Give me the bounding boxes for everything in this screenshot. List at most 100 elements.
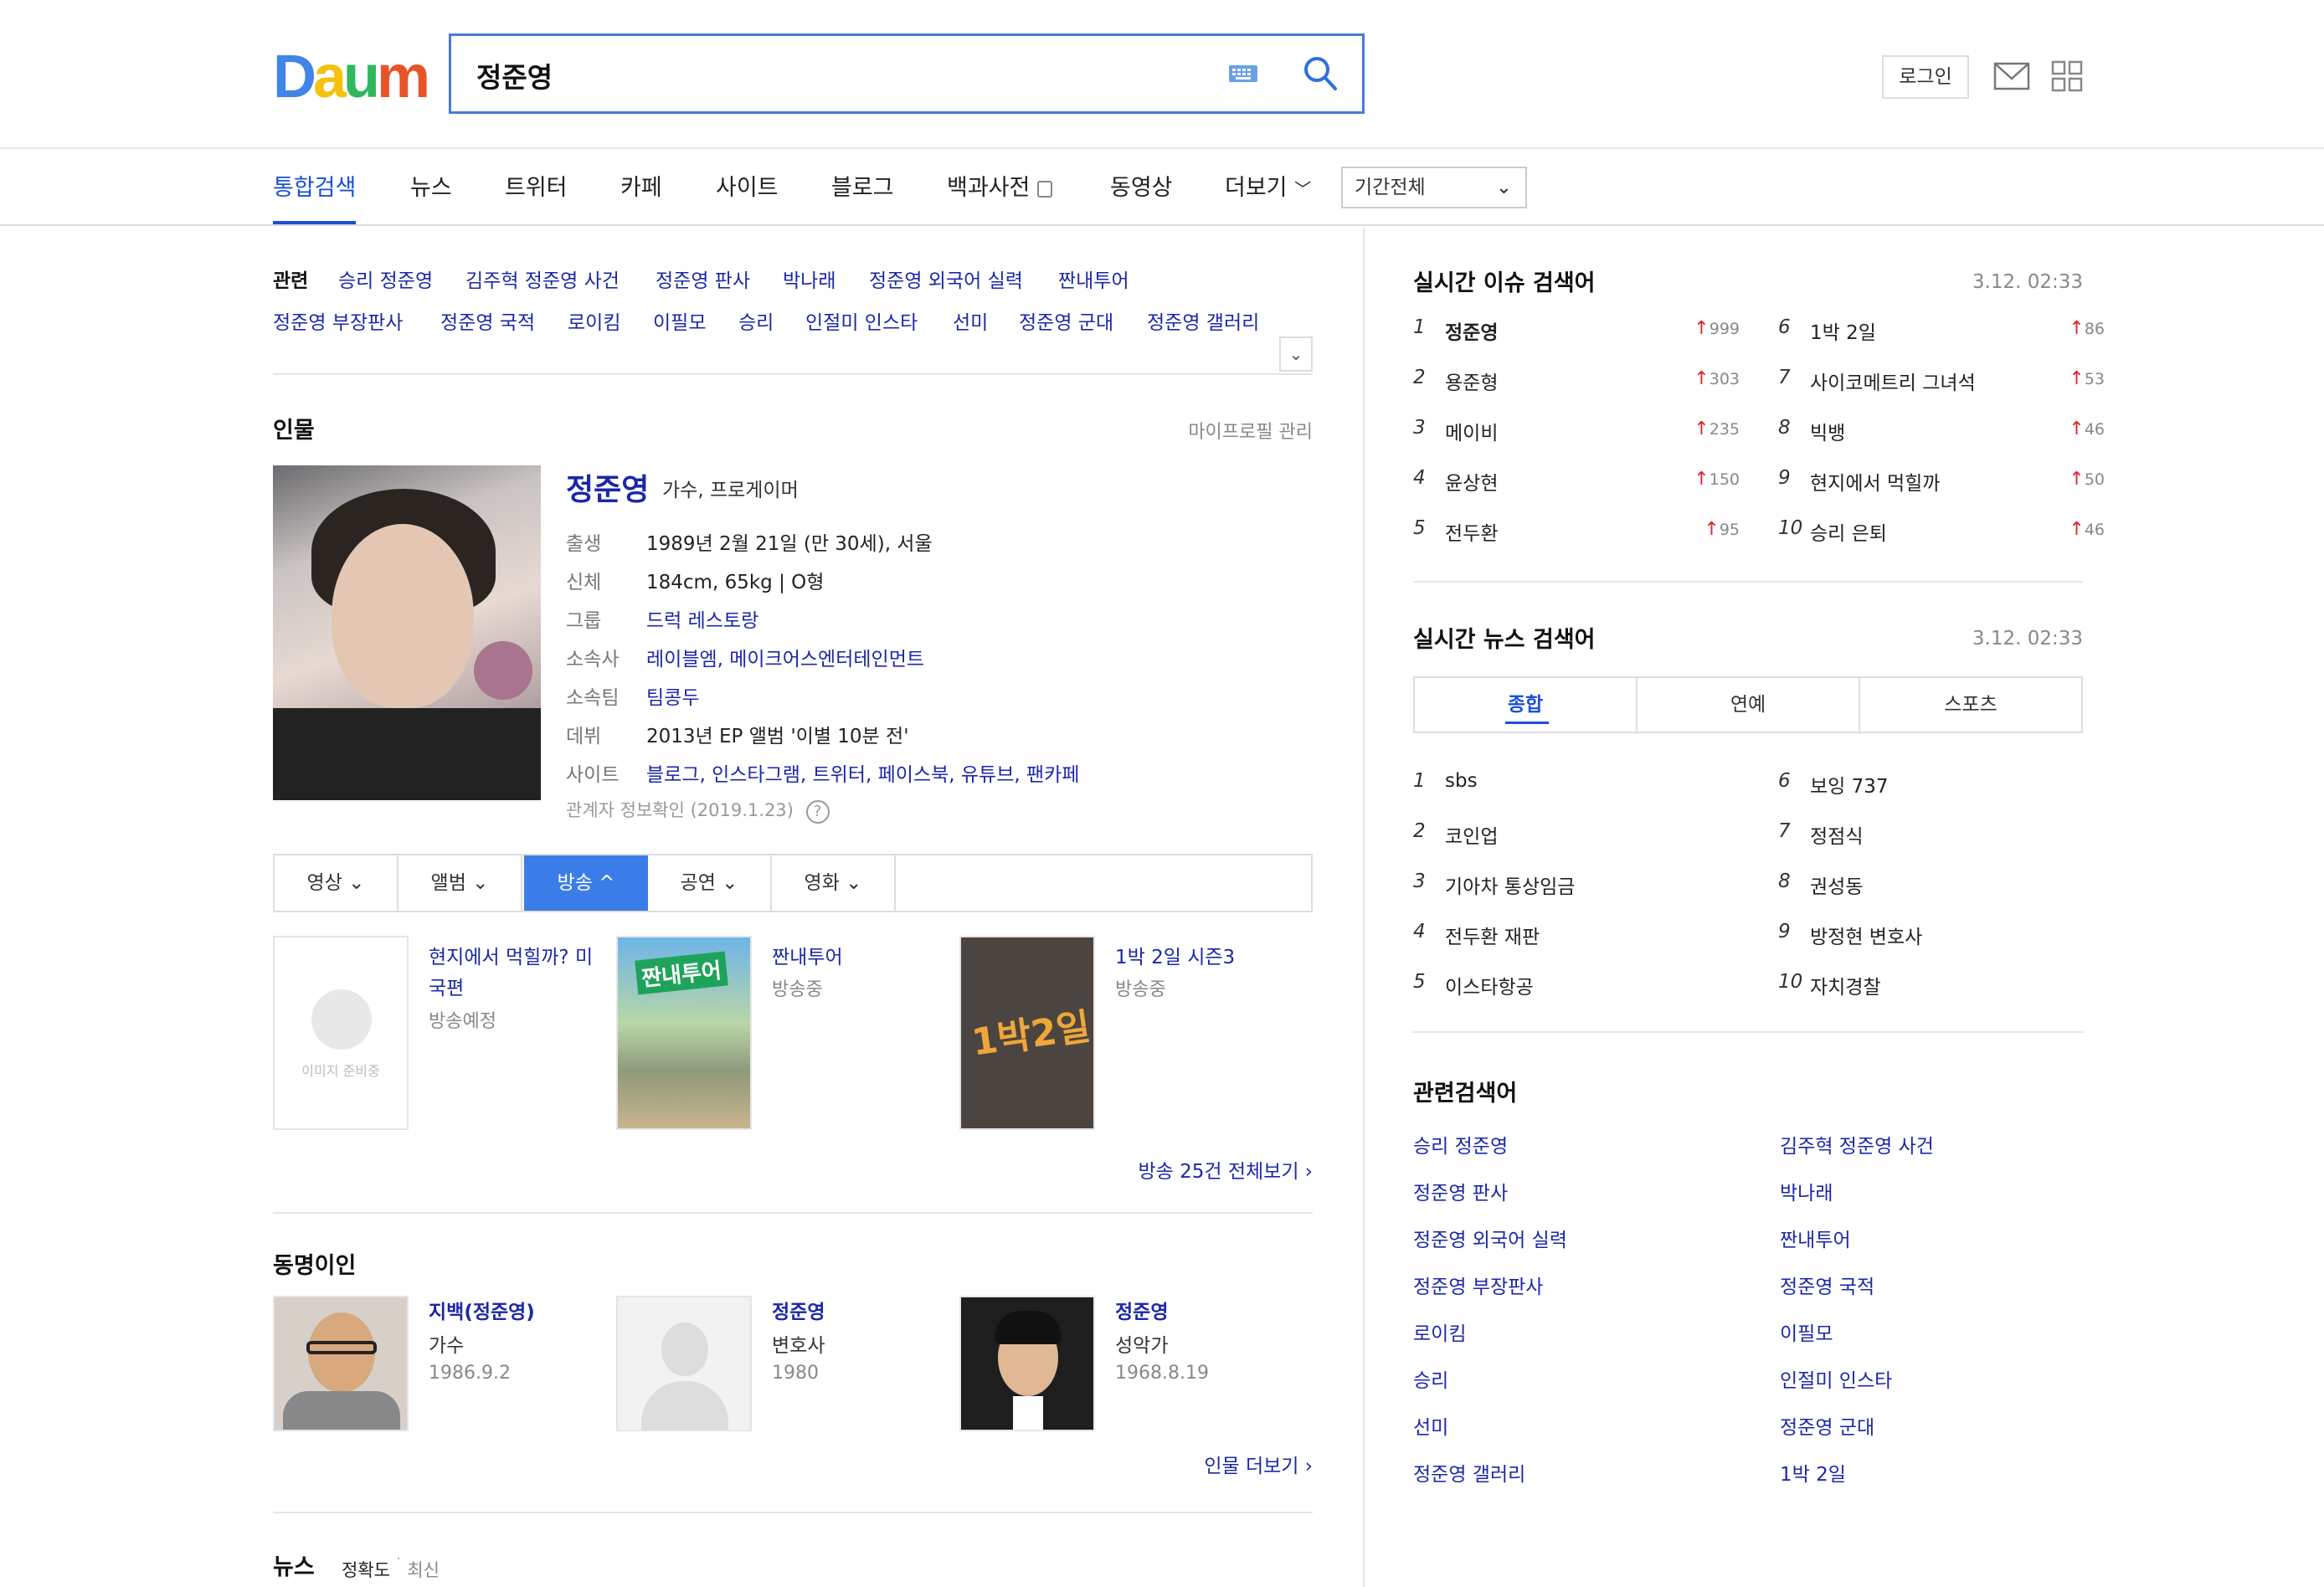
rank-keyword[interactable]: 보잉 737	[1810, 770, 1889, 799]
related-link[interactable]: 이필모	[653, 306, 706, 335]
help-icon[interactable]: ?	[805, 800, 830, 824]
broadcast-title[interactable]: 짠내투어	[772, 942, 948, 973]
broadcast-thumb[interactable]: 짠내투어	[616, 936, 752, 1130]
news-rank-item[interactable]: 10 자치경찰	[1778, 971, 2105, 1004]
related-link[interactable]: 인절미 인스타	[805, 306, 918, 335]
related-keyword-link[interactable]: 짠내투어	[1780, 1224, 1851, 1252]
tab-cafe[interactable]: 카페	[620, 169, 662, 224]
issue-rank-item[interactable]: 1 정준영 ↑999	[1413, 316, 1740, 350]
news-rank-item[interactable]: 4 전두환 재판	[1413, 921, 1740, 954]
tab-blog[interactable]: 블로그	[831, 169, 894, 224]
related-keyword-link[interactable]: 정준영 군대	[1780, 1411, 1874, 1440]
daum-logo[interactable]: Daum	[273, 47, 430, 107]
login-button[interactable]: 로그인	[1882, 55, 1969, 99]
apps-grid-icon[interactable]	[2051, 60, 2083, 92]
news-rank-item[interactable]: 9 방정현 변호사	[1778, 921, 2105, 954]
rank-keyword[interactable]: 정준영	[1445, 316, 1498, 345]
related-link[interactable]: 로이킴	[568, 306, 620, 335]
namesake-name[interactable]: 정준영	[772, 1296, 825, 1324]
related-keyword-link[interactable]: 정준영 판사	[1413, 1177, 1508, 1205]
related-link[interactable]: 김주혁 정준영 사건	[465, 264, 620, 293]
rank-keyword[interactable]: 용준형	[1445, 367, 1498, 395]
related-link[interactable]: 정준영 외국어 실력	[869, 264, 1023, 293]
broadcast-thumb[interactable]: 1박2일	[959, 936, 1095, 1130]
news-rank-item[interactable]: 2 코인업	[1413, 820, 1740, 854]
issue-rank-item[interactable]: 8 빅뱅 ↑46	[1778, 417, 2105, 450]
rank-keyword[interactable]: 빅뱅	[1810, 417, 1845, 445]
related-keyword-link[interactable]: 로이킴	[1413, 1317, 1466, 1346]
rank-keyword[interactable]: 전두환	[1445, 517, 1498, 546]
rank-keyword[interactable]: 자치경찰	[1810, 971, 1881, 999]
person-name[interactable]: 정준영	[566, 465, 649, 509]
info-value-link[interactable]: 팀콩두	[646, 687, 699, 709]
news-rank-item[interactable]: 8 권성동	[1778, 871, 2105, 904]
namesake-photo-placeholder[interactable]	[616, 1296, 752, 1431]
issue-rank-item[interactable]: 9 현지에서 먹힐까 ↑50	[1778, 467, 2105, 501]
info-value-link[interactable]: 레이블엠, 메이크어스엔터테인먼트	[646, 649, 924, 670]
related-keyword-link[interactable]: 이필모	[1780, 1317, 1833, 1346]
related-link[interactable]: 짠내투어	[1058, 264, 1129, 293]
rank-keyword[interactable]: 정점식	[1810, 820, 1863, 849]
rank-keyword[interactable]: 방정현 변호사	[1810, 921, 1922, 949]
info-value-link[interactable]: 드럭 레스토랑	[646, 610, 758, 632]
issue-rank-item[interactable]: 6 1박 2일 ↑86	[1778, 316, 2105, 350]
related-link[interactable]: 정준영 부장판사	[273, 306, 403, 335]
news-rank-item[interactable]: 3 기아차 통상임금	[1413, 871, 1740, 904]
tab-integrated[interactable]: 통합검색	[273, 169, 357, 224]
related-link[interactable]: 정준영 군대	[1019, 306, 1113, 335]
related-keyword-link[interactable]: 정준영 갤러리	[1413, 1458, 1525, 1487]
tab-news[interactable]: 뉴스	[410, 169, 452, 224]
related-link[interactable]: 정준영 판사	[656, 264, 750, 293]
related-keyword-link[interactable]: 정준영 외국어 실력	[1413, 1224, 1567, 1252]
tab-site[interactable]: 사이트	[716, 169, 779, 224]
rank-keyword[interactable]: sbs	[1445, 770, 1478, 792]
rank-keyword[interactable]: 승리 은퇴	[1810, 517, 1887, 546]
related-link[interactable]: 박나래	[783, 264, 836, 293]
namesake-name[interactable]: 정준영	[1115, 1296, 1168, 1324]
profile-manage-link[interactable]: 마이프로필 관리	[1188, 417, 1313, 444]
info-value-link[interactable]: 블로그, 인스타그램, 트위터, 페이스북, 유튜브, 팬카페	[646, 764, 1079, 786]
expand-related-button[interactable]: ⌄	[1279, 336, 1313, 372]
sort-accuracy[interactable]: 정확도	[342, 1560, 390, 1580]
people-more-link[interactable]: 인물 더보기 ›	[1204, 1450, 1313, 1478]
broadcast-thumb-placeholder[interactable]: 이미지 준비중	[273, 936, 409, 1130]
issue-rank-item[interactable]: 5 전두환 ↑95	[1413, 517, 1740, 551]
related-link[interactable]: 승리 정준영	[338, 264, 433, 293]
tab-encyclopedia[interactable]: 백과사전	[947, 169, 1052, 224]
news-rank-tab-all[interactable]: 종합	[1415, 678, 1638, 732]
search-icon[interactable]	[1302, 54, 1339, 93]
rank-keyword[interactable]: 권성동	[1810, 871, 1863, 899]
related-link[interactable]: 승리	[738, 306, 774, 335]
rank-keyword[interactable]: 이스타항공	[1445, 971, 1534, 999]
sort-latest[interactable]: 최신	[407, 1560, 440, 1580]
rank-keyword[interactable]: 기아차 통상임금	[1445, 871, 1575, 899]
related-keyword-link[interactable]: 정준영 국적	[1780, 1271, 1874, 1299]
related-keyword-link[interactable]: 정준영 부장판사	[1413, 1271, 1543, 1299]
related-keyword-link[interactable]: 승리 정준영	[1413, 1130, 1508, 1158]
rank-keyword[interactable]: 1박 2일	[1810, 316, 1876, 345]
person-photo[interactable]	[273, 465, 541, 800]
related-link[interactable]: 선미	[953, 306, 988, 335]
search-input[interactable]	[476, 54, 1230, 96]
issue-rank-item[interactable]: 2 용준형 ↑303	[1413, 367, 1740, 400]
related-keyword-link[interactable]: 인절미 인스타	[1780, 1364, 1892, 1393]
period-select[interactable]: 기간전체 ⌄	[1341, 167, 1527, 208]
related-keyword-link[interactable]: 선미	[1413, 1411, 1448, 1440]
mail-icon[interactable]	[1993, 62, 2030, 90]
news-rank-item[interactable]: 1 sbs	[1413, 770, 1740, 804]
media-tab-album[interactable]: 앨범 ⌄	[398, 855, 522, 911]
rank-keyword[interactable]: 윤상현	[1445, 467, 1498, 496]
related-keyword-link[interactable]: 1박 2일	[1780, 1458, 1846, 1487]
rank-keyword[interactable]: 전두환 재판	[1445, 921, 1540, 949]
namesake-photo[interactable]	[959, 1296, 1095, 1431]
related-keyword-link[interactable]: 김주혁 정준영 사건	[1780, 1130, 1934, 1158]
tab-video[interactable]: 동영상	[1110, 169, 1173, 224]
media-tab-broadcast[interactable]: 방송 ^	[524, 855, 648, 911]
rank-keyword[interactable]: 코인업	[1445, 820, 1498, 849]
broadcast-title[interactable]: 1박 2일 시즌3	[1115, 942, 1291, 973]
media-tab-performance[interactable]: 공연 ⌄	[648, 855, 772, 911]
related-keyword-link[interactable]: 승리	[1413, 1364, 1448, 1393]
news-rank-item[interactable]: 6 보잉 737	[1778, 770, 2105, 804]
media-tab-movie[interactable]: 영화 ⌄	[772, 855, 896, 911]
rank-keyword[interactable]: 사이코메트리 그녀석	[1810, 367, 1976, 395]
